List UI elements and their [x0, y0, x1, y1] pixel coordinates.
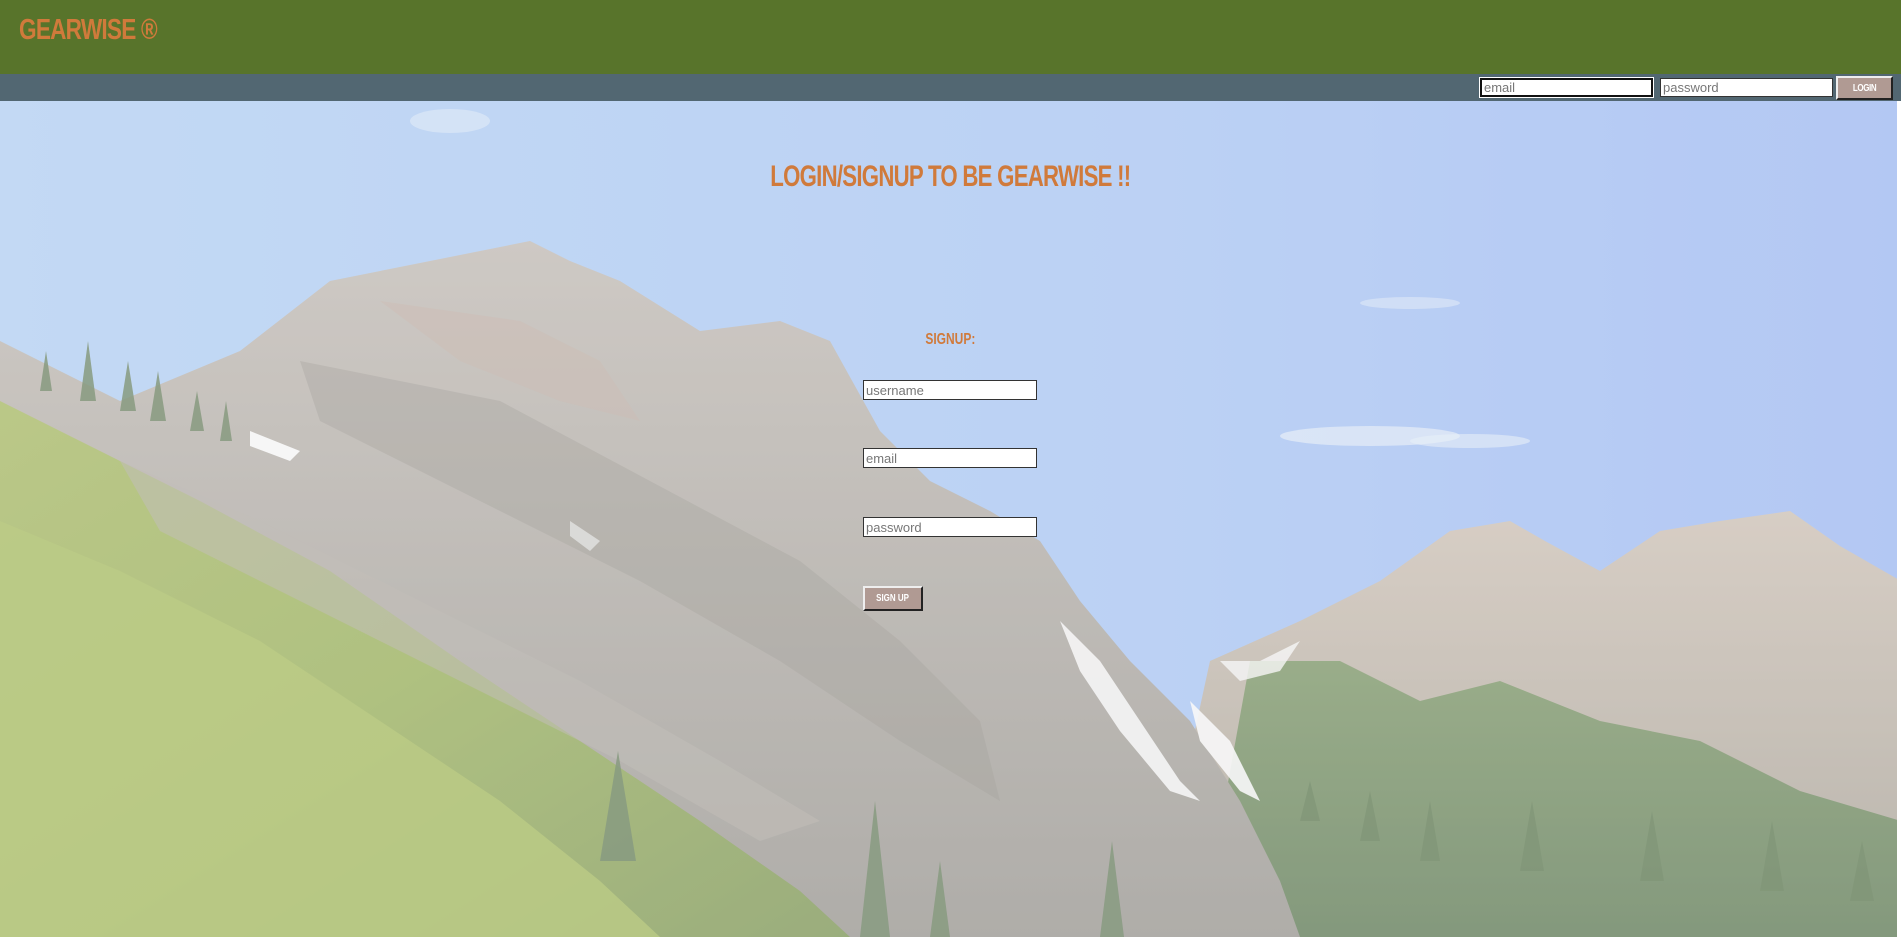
login-bar: LOGIN [0, 74, 1901, 101]
top-header: GEARWISE ® [0, 0, 1901, 74]
login-button[interactable]: LOGIN [1836, 76, 1893, 100]
page-right-edge [1897, 101, 1901, 937]
brand-logo[interactable]: GEARWISE ® [19, 14, 158, 47]
login-email-input[interactable] [1479, 77, 1654, 98]
signup-password-input[interactable] [863, 517, 1037, 537]
signup-button-label: SIGN UP [876, 593, 910, 604]
login-password-input[interactable] [1660, 78, 1833, 97]
page-title-text: LOGIN/SIGNUP TO BE GEARWISE !! [770, 160, 1131, 193]
page-title: LOGIN/SIGNUP TO BE GEARWISE !! [0, 160, 1901, 194]
signup-heading: SIGNUP: [0, 331, 1901, 349]
login-button-label: LOGIN [1852, 82, 1877, 94]
signup-heading-text: SIGNUP: [925, 331, 976, 348]
signup-button[interactable]: SIGN UP [863, 586, 923, 611]
signup-username-input[interactable] [863, 380, 1037, 400]
signup-email-input[interactable] [863, 448, 1037, 468]
